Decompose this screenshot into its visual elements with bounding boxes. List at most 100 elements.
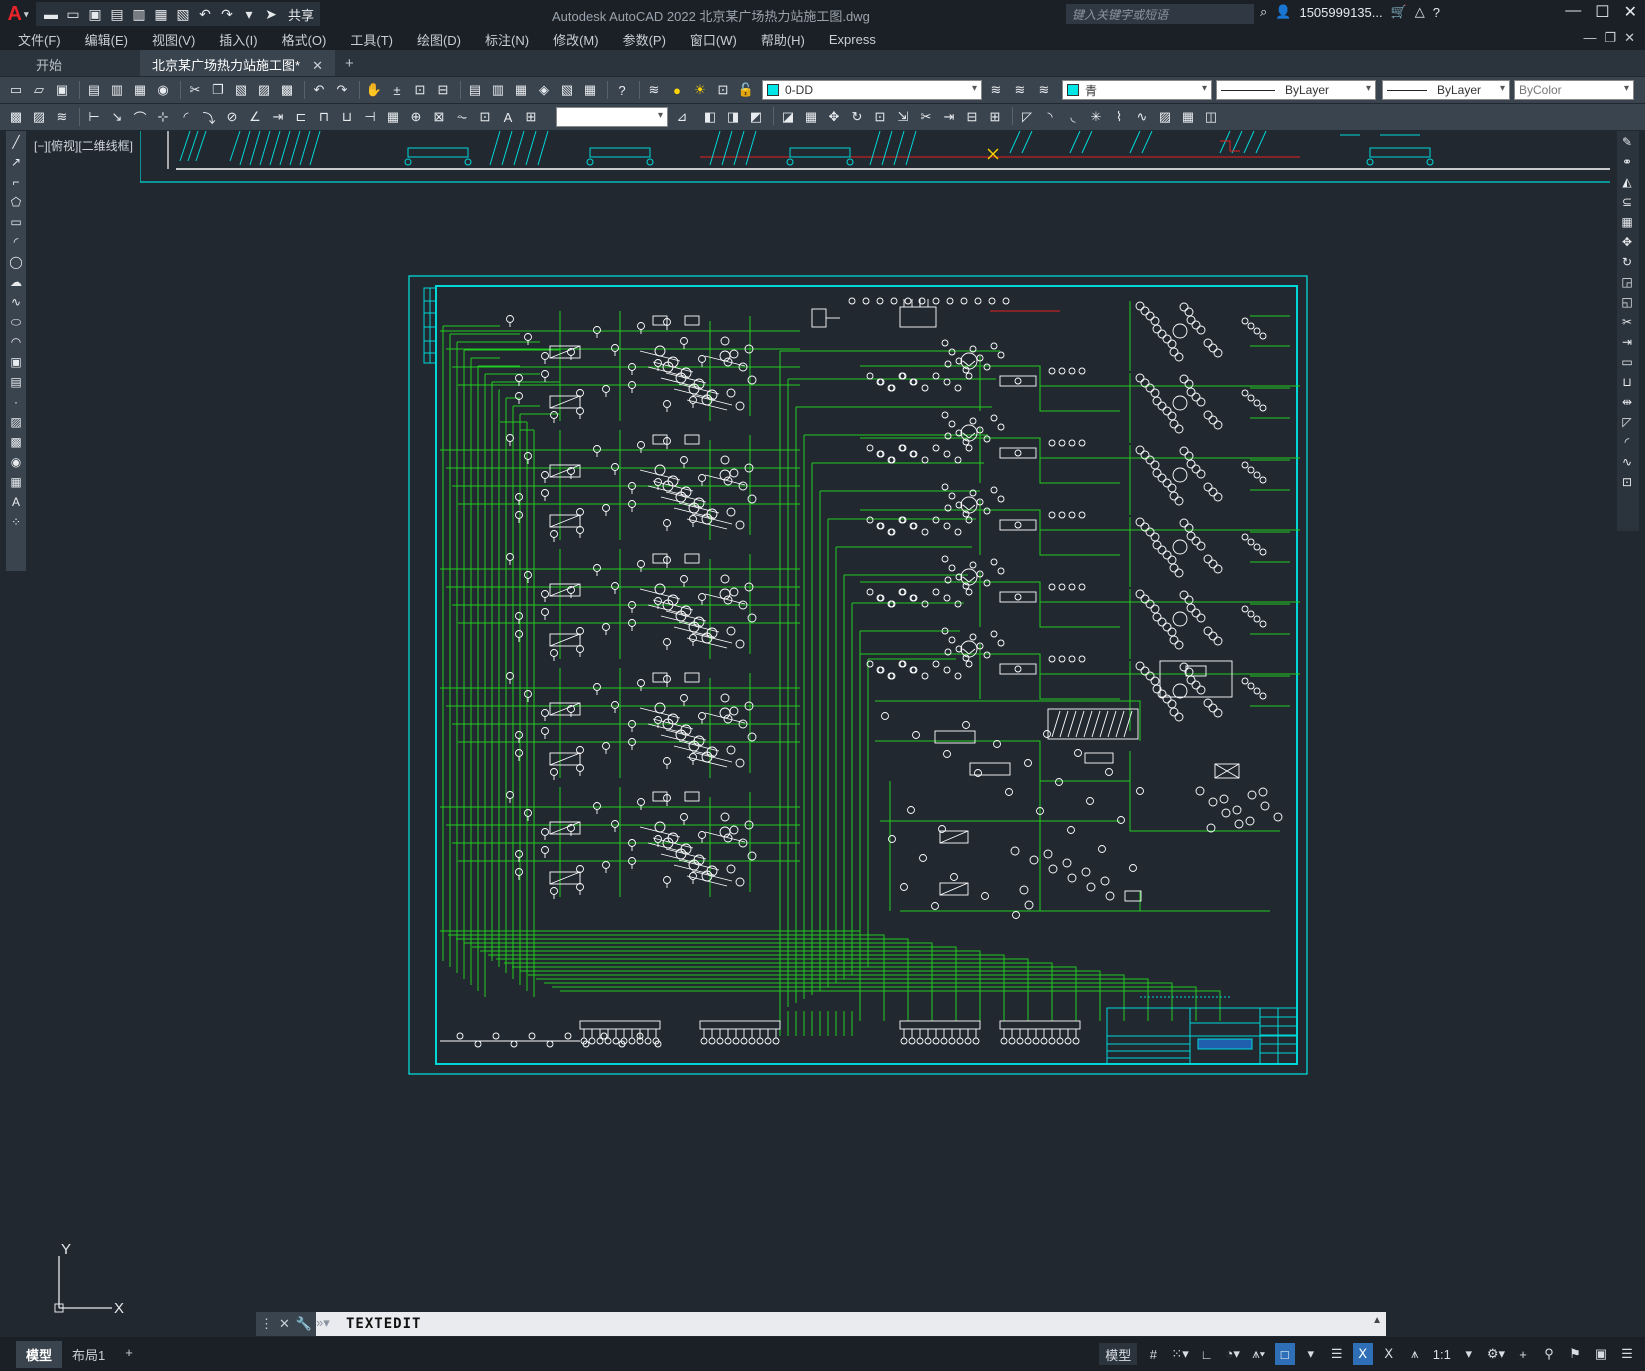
menu-dimension[interactable]: 标注(N) xyxy=(485,30,529,49)
annotation-monitor-icon[interactable]: + xyxy=(1513,1343,1533,1365)
annotation-scale-value[interactable]: 1:1 xyxy=(1431,1343,1453,1365)
tool-palettes-icon[interactable]: ▦ xyxy=(511,80,531,100)
save-icon[interactable]: ▣ xyxy=(52,80,72,100)
doc-minimize-button[interactable]: — xyxy=(1583,30,1596,46)
calculator-icon[interactable]: ▦ xyxy=(580,80,600,100)
menu-format[interactable]: 格式(O) xyxy=(282,30,327,49)
dimension-edit-icon[interactable]: ⊡ xyxy=(475,107,495,127)
copy-icon[interactable]: ❐ xyxy=(208,80,228,100)
grid-icon[interactable]: # xyxy=(1143,1343,1163,1365)
copy-icon[interactable]: ⚭ xyxy=(1617,153,1637,171)
tab-drawing[interactable]: 北京某广场热力站施工图* ✕ xyxy=(140,50,335,76)
rotate-icon[interactable]: ↻ xyxy=(847,107,867,127)
tolerance-icon[interactable]: ▦ xyxy=(383,107,403,127)
point-icon[interactable]: · xyxy=(6,393,26,411)
help-icon[interactable]: ? xyxy=(612,80,632,100)
zoom-window-icon[interactable]: ⊡ xyxy=(410,80,430,100)
dimension-update-icon[interactable]: ⊞ xyxy=(521,107,541,127)
search-input[interactable]: 键入关键字或短语 xyxy=(1066,4,1254,24)
join-icon[interactable]: ⊞ xyxy=(985,107,1005,127)
insert-block-icon[interactable]: ▣ xyxy=(6,353,26,371)
linetype-dropdown[interactable]: ByLayer ▾ xyxy=(1216,80,1376,100)
make-current-layer-icon[interactable]: ≋ xyxy=(986,80,1006,100)
close-command-icon[interactable]: ✕ xyxy=(279,1316,290,1332)
zoom-previous-icon[interactable]: ⊟ xyxy=(433,80,453,100)
dimension-style-dropdown[interactable]: ▾ xyxy=(556,107,668,127)
polar-tracking-icon[interactable]: ◔▾ xyxy=(1223,1343,1243,1365)
radius-dimension-icon[interactable]: ◜ xyxy=(176,107,196,127)
menu-window[interactable]: 窗口(W) xyxy=(690,30,737,49)
join-icon[interactable]: ⇹ xyxy=(1617,393,1637,411)
array-icon[interactable]: ▦ xyxy=(1617,213,1637,231)
menu-file[interactable]: 文件(F) xyxy=(18,30,61,49)
design-center-icon[interactable]: ▥ xyxy=(488,80,508,100)
circle-icon[interactable]: ◯ xyxy=(6,253,26,271)
scale-icon[interactable]: ◲ xyxy=(1617,273,1637,291)
polygon-icon[interactable]: ⬠ xyxy=(6,193,26,211)
app-menu-button[interactable]: A ▾ xyxy=(0,0,36,28)
new-file-icon[interactable]: ▬ xyxy=(42,5,60,23)
menu-view[interactable]: 视图(V) xyxy=(152,30,195,49)
close-button[interactable]: ✕ xyxy=(1624,2,1637,22)
ellipse-icon[interactable]: ⬭ xyxy=(6,313,26,331)
export-icon[interactable]: ▦ xyxy=(152,5,170,23)
linear-dimension-icon[interactable]: ⊢ xyxy=(84,107,104,127)
auto-scale-icon[interactable]: Ⅹ xyxy=(1379,1343,1399,1365)
cut-icon[interactable]: ✂ xyxy=(185,80,205,100)
undo-icon[interactable]: ↶ xyxy=(309,80,329,100)
extend-icon[interactable]: ⇥ xyxy=(1617,333,1637,351)
menu-edit[interactable]: 编辑(E) xyxy=(85,30,128,49)
revision-cloud-icon[interactable]: ☁ xyxy=(6,273,26,291)
lineweight-icon[interactable]: ☰ xyxy=(1327,1343,1347,1365)
table-icon[interactable]: ▦ xyxy=(6,473,26,491)
block-editor-icon[interactable]: ▩ xyxy=(277,80,297,100)
layer-dropdown[interactable]: 0-DD ▾ xyxy=(762,80,982,100)
baseline-dimension-icon[interactable]: ⊏ xyxy=(291,107,311,127)
blend-curves-icon[interactable]: ∿ xyxy=(1617,453,1637,471)
menu-modify[interactable]: 修改(M) xyxy=(553,30,599,49)
menu-tools[interactable]: 工具(T) xyxy=(350,30,393,49)
explode-icon[interactable]: ✳ xyxy=(1086,107,1106,127)
save-icon[interactable]: ▣ xyxy=(86,5,104,23)
quick-properties-icon[interactable]: ⚑ xyxy=(1565,1343,1585,1365)
grip-icon[interactable]: ⋮ xyxy=(260,1316,273,1332)
layer-viewport-icon[interactable]: ⊡ xyxy=(713,80,733,100)
plot-preview-icon[interactable]: ▥ xyxy=(107,80,127,100)
tab-layout1[interactable]: 布局1 xyxy=(62,1341,115,1368)
annotation-visibility-icon[interactable]: Ⅹ xyxy=(1352,1343,1373,1365)
doc-close-button[interactable]: ✕ xyxy=(1624,30,1635,46)
chamfer-icon[interactable]: ◸ xyxy=(1617,413,1637,431)
diameter-dimension-icon[interactable]: ⊘ xyxy=(222,107,242,127)
jogged-linear-icon[interactable]: ⏦ xyxy=(452,107,472,127)
ellipse-arc-icon[interactable]: ◠ xyxy=(6,333,26,351)
share-button[interactable]: 共享 xyxy=(288,5,314,24)
offset-icon[interactable]: ◪ xyxy=(778,107,798,127)
close-tab-icon[interactable]: ✕ xyxy=(312,58,323,73)
layer-on-icon[interactable]: ● xyxy=(667,80,687,100)
inspection-icon[interactable]: ⊠ xyxy=(429,107,449,127)
markup-icon[interactable]: ▧ xyxy=(557,80,577,100)
gradient-icon[interactable]: ▩ xyxy=(6,433,26,451)
pan-icon[interactable]: ✋ xyxy=(364,80,384,100)
recent-commands-icon[interactable]: »▾ xyxy=(316,1315,330,1331)
chevron-up-icon[interactable]: ▲ xyxy=(1372,1315,1382,1326)
menu-help[interactable]: 帮助(H) xyxy=(761,30,805,49)
new-icon[interactable]: ▭ xyxy=(6,80,26,100)
make-block-icon[interactable]: ▤ xyxy=(6,373,26,391)
plotstyle-dropdown[interactable]: ByColor ▾ xyxy=(1514,80,1634,100)
scale-icon[interactable]: ⊡ xyxy=(870,107,890,127)
menu-express[interactable]: Express xyxy=(829,32,876,47)
hatch-icon[interactable]: ▨ xyxy=(6,413,26,431)
redo-icon[interactable]: ↷ xyxy=(218,5,236,23)
mirror-icon[interactable]: ◩ xyxy=(746,107,766,127)
search-icon[interactable]: ⌕ xyxy=(1260,4,1267,20)
menu-parametric[interactable]: 参数(P) xyxy=(623,30,666,49)
paste-icon[interactable]: ▧ xyxy=(231,80,251,100)
menu-insert[interactable]: 插入(I) xyxy=(219,30,257,49)
model-space-button[interactable]: 模型 xyxy=(1099,1343,1138,1365)
workspace-settings-icon[interactable]: ▨ xyxy=(29,107,49,127)
object-snap-dropdown-icon[interactable]: ▾ xyxy=(1301,1343,1321,1365)
rotate-icon[interactable]: ↻ xyxy=(1617,253,1637,271)
user-name[interactable]: 1505999135... xyxy=(1299,5,1382,20)
units-icon[interactable]: ⚲ xyxy=(1539,1343,1559,1365)
